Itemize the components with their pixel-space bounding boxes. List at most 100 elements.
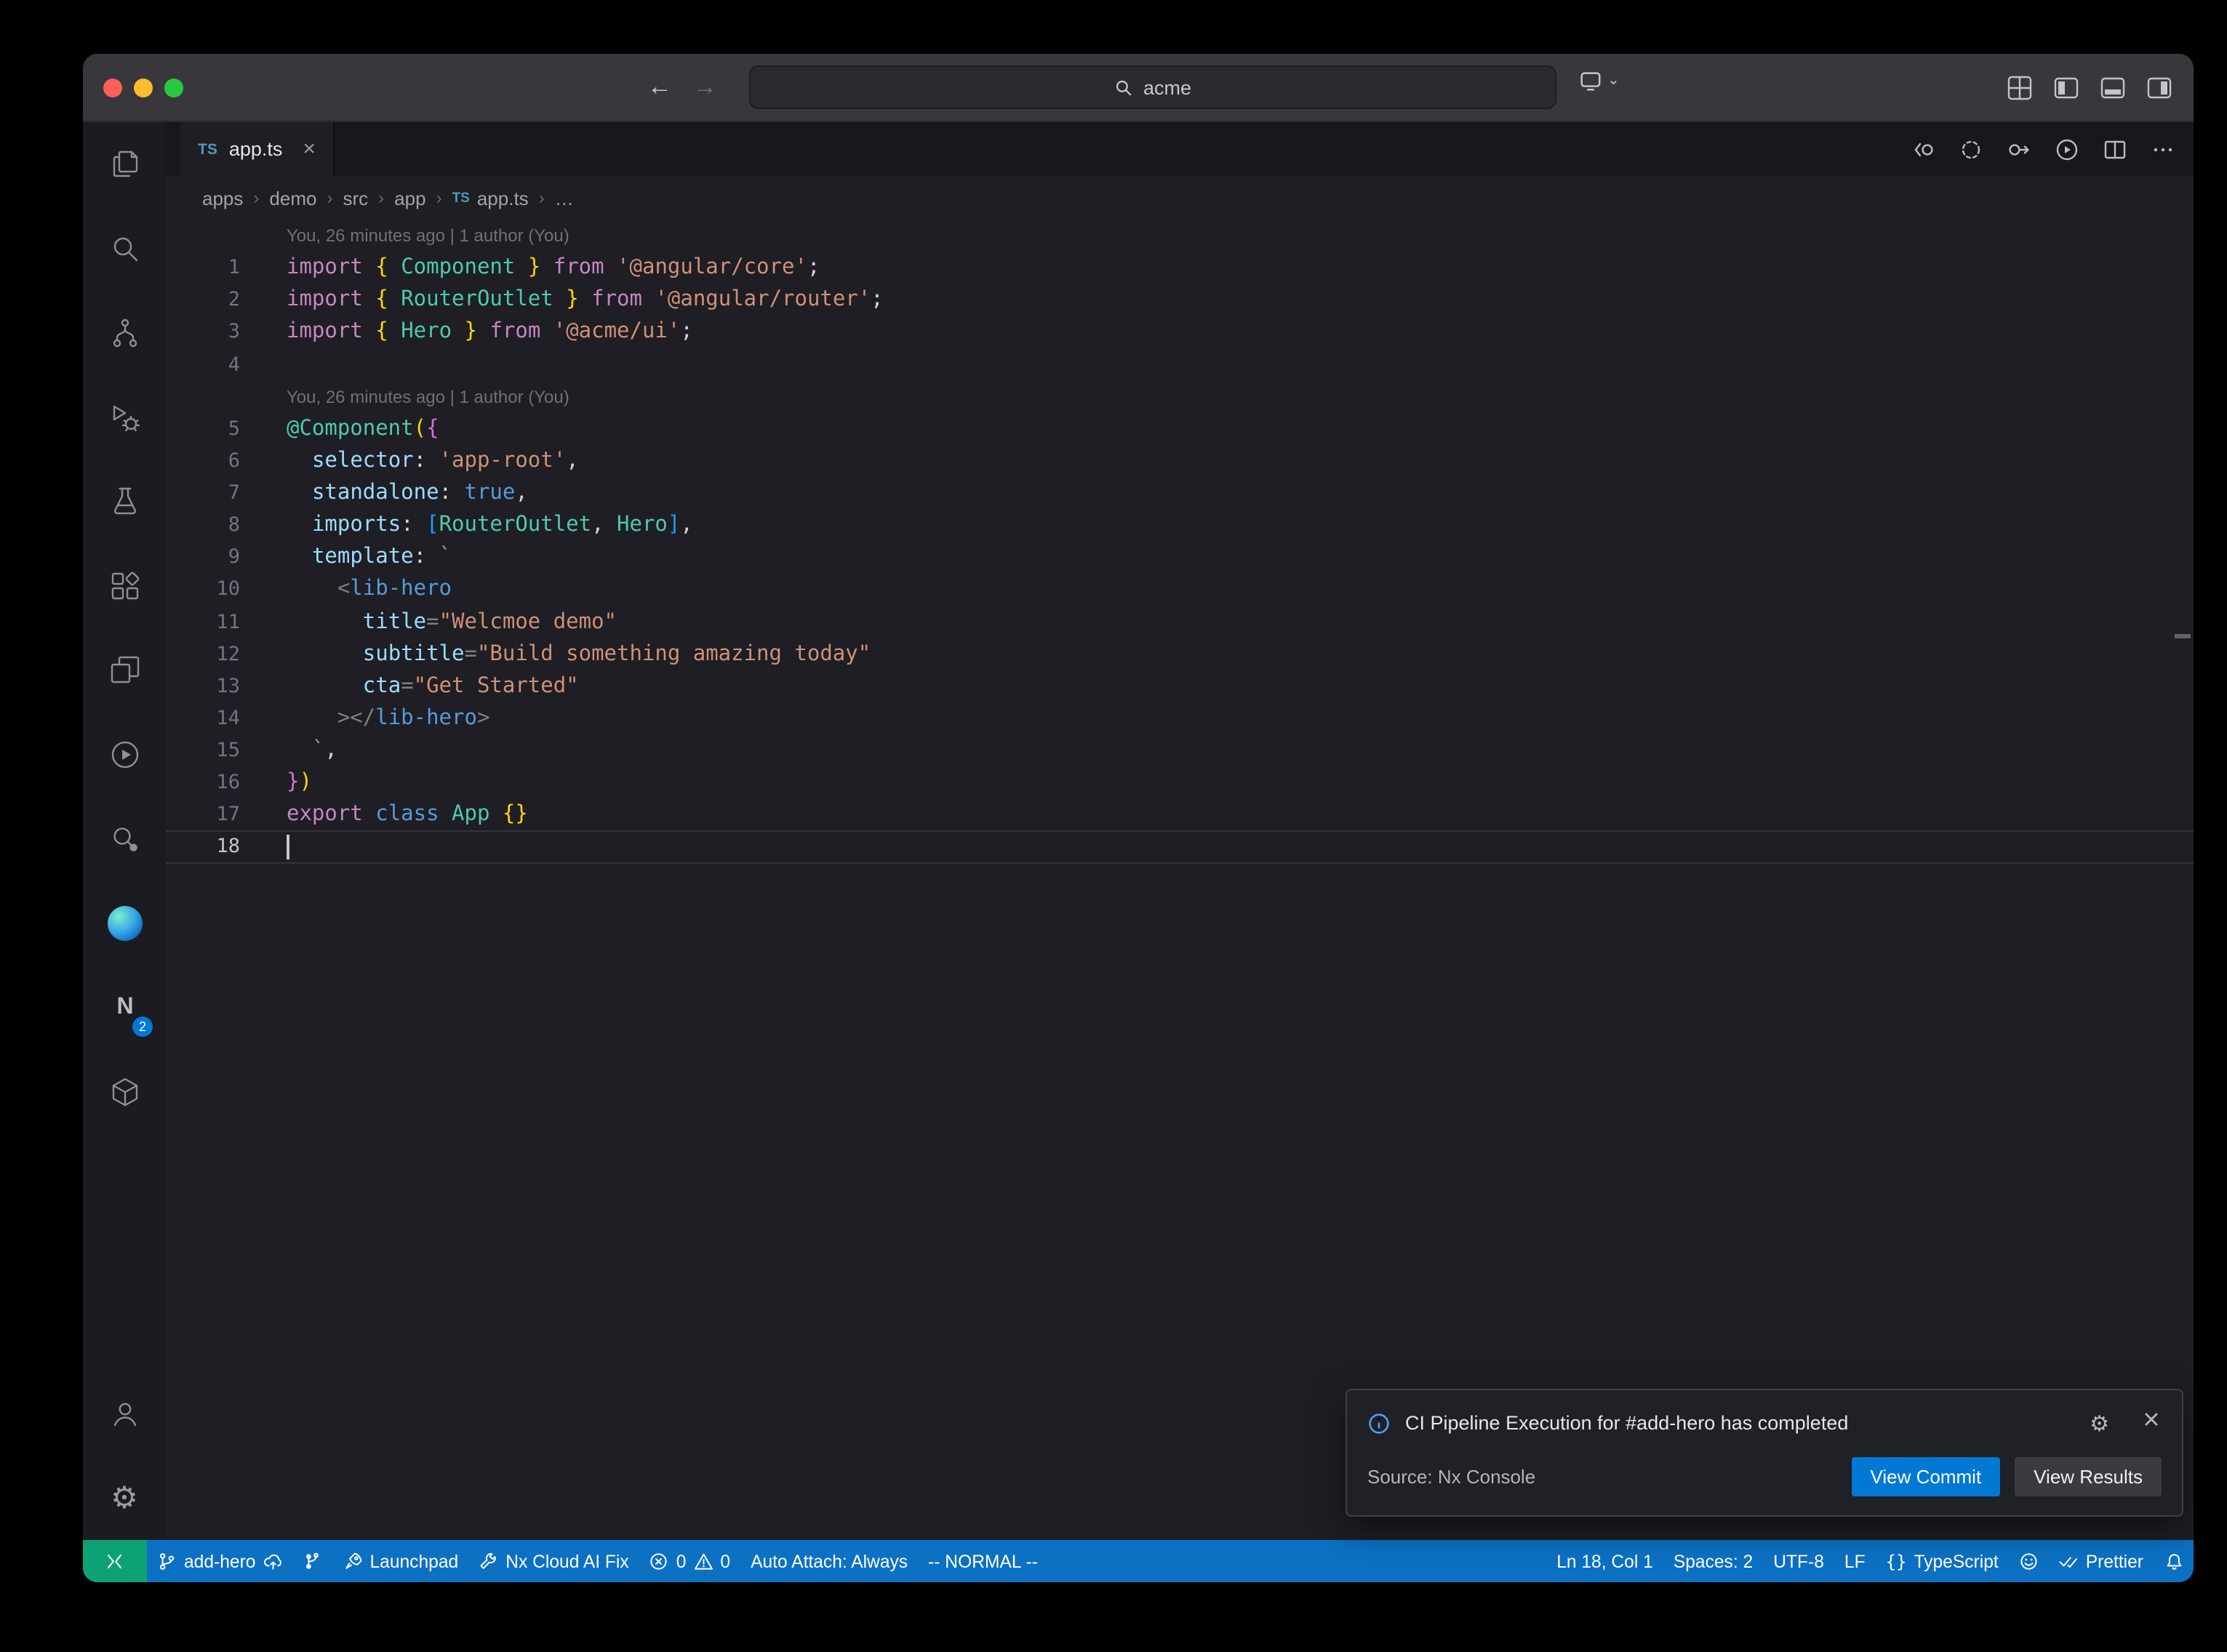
indentation[interactable]: Spaces: 2 xyxy=(1663,1540,1763,1582)
back-button[interactable]: ← xyxy=(647,73,672,102)
breadcrumb-separator: › xyxy=(539,188,545,208)
code-line[interactable]: 9 template: ` xyxy=(166,542,2194,574)
cloud-upload-icon xyxy=(263,1552,282,1571)
title-bar: ← → acme ⌄ xyxy=(83,54,2194,122)
code-line[interactable]: 2import { RouterOutlet } from '@angular/… xyxy=(166,284,2194,316)
toggle-primary-sidebar-icon[interactable] xyxy=(2052,73,2080,101)
blame-annotation[interactable]: You, 26 minutes ago | 1 author (You) xyxy=(166,380,2194,412)
bell-icon xyxy=(2164,1552,2183,1571)
more-actions-icon[interactable] xyxy=(2150,136,2176,162)
encoding[interactable]: UTF-8 xyxy=(1763,1540,1834,1582)
tab-label: app.ts xyxy=(229,138,283,160)
code-line[interactable]: 4 xyxy=(166,348,2194,380)
package-explorer-icon[interactable] xyxy=(83,1050,166,1134)
gitlens-toggle-icon[interactable] xyxy=(1958,136,1984,162)
testing-icon[interactable] xyxy=(83,460,166,544)
notification-settings-icon[interactable]: ⚙ xyxy=(2090,1410,2109,1436)
typescript-file-icon: TS xyxy=(452,190,470,206)
auto-attach[interactable]: Auto Attach: Always xyxy=(740,1540,918,1582)
customize-layout-icon[interactable] xyxy=(2006,73,2034,101)
code-line[interactable]: 17export class App {} xyxy=(166,799,2194,831)
view-results-button[interactable]: View Results xyxy=(2015,1457,2162,1496)
forward-button[interactable]: → xyxy=(692,73,717,102)
eol[interactable]: LF xyxy=(1834,1540,1876,1582)
code-line[interactable]: 1import { Component } from '@angular/cor… xyxy=(166,252,2194,284)
code-line[interactable]: 8 imports: [RouterOutlet, Hero], xyxy=(166,509,2194,541)
code-editor[interactable]: You, 26 minutes ago | 1 author (You)1imp… xyxy=(166,220,2194,1540)
breadcrumb-item[interactable]: src xyxy=(343,187,368,209)
code-line[interactable]: 6 selector: 'app-root', xyxy=(166,445,2194,477)
code-line[interactable]: 11 title="Welcmoe demo" xyxy=(166,606,2194,638)
breadcrumb-item[interactable]: apps xyxy=(202,187,243,209)
editor-group: TS app.ts × apps›demo›src›app›TSapp.ts›… xyxy=(166,122,2194,1540)
settings-gear-icon[interactable]: ⚙ xyxy=(83,1456,166,1540)
nx-badge: 2 xyxy=(132,1017,153,1037)
desktop: ← → acme ⌄ xyxy=(0,0,2227,1652)
smiley-icon xyxy=(2019,1552,2039,1571)
close-notification-icon[interactable] xyxy=(2141,1409,2162,1437)
layout-controls xyxy=(2006,54,2173,121)
code-line[interactable]: 13 cta="Get Started" xyxy=(166,670,2194,702)
vim-mode[interactable]: -- NORMAL -- xyxy=(918,1540,1048,1582)
error-icon xyxy=(649,1552,669,1571)
close-window-button[interactable] xyxy=(103,79,122,97)
code-line[interactable]: 12 subtitle="Build something amazing tod… xyxy=(166,638,2194,670)
code-line[interactable]: 3import { Hero } from '@acme/ui'; xyxy=(166,316,2194,348)
code-line[interactable]: 10 <lib-hero xyxy=(166,574,2194,606)
explorer-icon[interactable] xyxy=(83,122,166,206)
breadcrumb-item[interactable]: … xyxy=(555,187,574,209)
tab-app-ts[interactable]: TS app.ts × xyxy=(180,122,335,176)
breadcrumb-item[interactable]: app xyxy=(394,187,425,209)
launchpad[interactable]: Launchpad xyxy=(332,1540,468,1582)
nx-console-icon[interactable]: N 2 xyxy=(83,966,166,1050)
edge-devtools-icon[interactable] xyxy=(83,881,166,966)
tools-icon xyxy=(479,1552,498,1571)
notification-title: CI Pipeline Execution for #add-hero has … xyxy=(1405,1412,2075,1434)
code-line[interactable]: 18 xyxy=(166,831,2194,863)
feedback[interactable] xyxy=(2009,1540,2049,1582)
maximize-window-button[interactable] xyxy=(164,79,183,97)
breadcrumb-separator: › xyxy=(378,188,384,208)
run-file-icon[interactable] xyxy=(2054,136,2080,162)
extensions-icon[interactable] xyxy=(83,544,166,628)
minimize-window-button[interactable] xyxy=(134,79,153,97)
nx-cloud-ai-fix[interactable]: Nx Cloud AI Fix xyxy=(468,1540,639,1582)
notification-source: Source: Nx Console xyxy=(1367,1466,1837,1488)
window-controls xyxy=(103,79,183,97)
open-changes-icon[interactable] xyxy=(1910,136,1936,162)
code-line[interactable]: 7 standalone: true, xyxy=(166,477,2194,509)
view-commit-button[interactable]: View Commit xyxy=(1852,1457,2001,1496)
code-line[interactable]: 14 ></lib-hero> xyxy=(166,702,2194,734)
tab-bar: TS app.ts × xyxy=(166,122,2194,176)
breadcrumb-item[interactable]: demo xyxy=(269,187,316,209)
language-mode[interactable]: {}TypeScript xyxy=(1876,1540,2009,1582)
problems[interactable]: 00 xyxy=(639,1540,740,1582)
accounts-icon[interactable] xyxy=(83,1371,166,1456)
split-editor-icon[interactable] xyxy=(2102,136,2128,162)
code-line[interactable]: 16}) xyxy=(166,766,2194,798)
toggle-panel-icon[interactable] xyxy=(2099,73,2127,101)
blame-annotation[interactable]: You, 26 minutes ago | 1 author (You) xyxy=(166,220,2194,252)
run-and-debug-icon[interactable] xyxy=(83,375,166,460)
code-search-icon[interactable] xyxy=(83,797,166,881)
toggle-secondary-sidebar-icon[interactable] xyxy=(2146,73,2173,101)
remote-explorer-icon[interactable] xyxy=(83,628,166,713)
prettier[interactable]: Prettier xyxy=(2049,1540,2154,1582)
source-control-icon[interactable] xyxy=(83,291,166,375)
search-icon[interactable] xyxy=(83,206,166,291)
cursor-position[interactable]: Ln 18, Col 1 xyxy=(1546,1540,1663,1582)
go-to-next-icon[interactable] xyxy=(2006,136,2032,162)
code-line[interactable]: 15 `, xyxy=(166,734,2194,766)
overview-ruler-marker xyxy=(2175,634,2191,638)
command-center[interactable]: acme xyxy=(749,65,1556,109)
profile-menu[interactable]: ⌄ xyxy=(1578,68,1620,93)
run-target-icon[interactable] xyxy=(83,713,166,797)
breadcrumb-item[interactable]: TSapp.ts xyxy=(452,187,529,209)
git-graph[interactable] xyxy=(292,1540,332,1582)
notifications-bell[interactable] xyxy=(2154,1540,2194,1582)
code-line[interactable]: 5@Component({ xyxy=(166,413,2194,445)
git-branch[interactable]: add-hero xyxy=(147,1540,292,1582)
close-tab-icon[interactable]: × xyxy=(303,137,316,161)
remote-indicator[interactable] xyxy=(83,1540,147,1582)
breadcrumb-separator: › xyxy=(253,188,259,208)
